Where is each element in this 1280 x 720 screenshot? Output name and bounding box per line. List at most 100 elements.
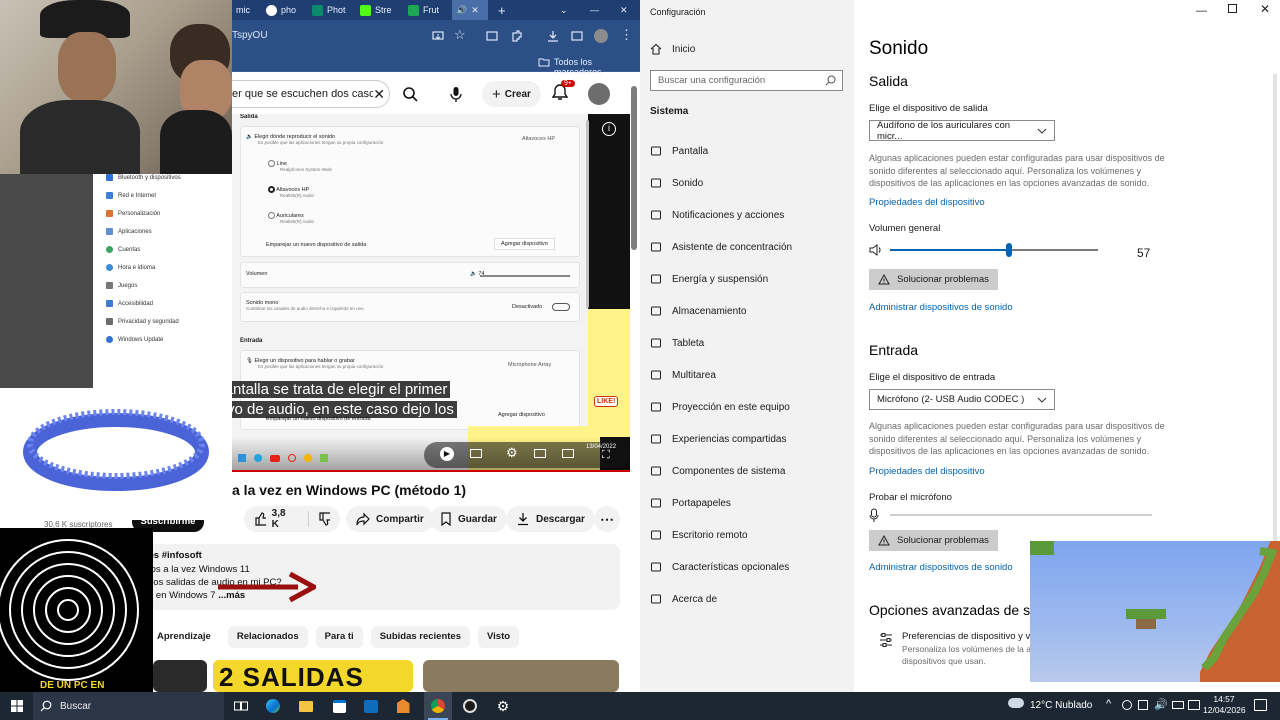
browser-tab[interactable]: Stre	[360, 0, 392, 20]
chevron-up-icon[interactable]: ^	[1106, 698, 1111, 710]
download-icon[interactable]	[546, 29, 560, 43]
volume-thumb[interactable]	[1005, 243, 1012, 257]
chip-visto[interactable]: Visto	[478, 626, 520, 648]
sidebar-item-clipboard[interactable]: Portapapeles	[650, 493, 731, 513]
url-text[interactable]: TspyOU	[232, 30, 268, 41]
input-device-dropdown[interactable]: Micrófono (2- USB Audio CODEC )	[869, 389, 1055, 410]
install-icon[interactable]	[432, 30, 444, 42]
theater-icon[interactable]	[562, 449, 574, 458]
notifications-button[interactable]: 9+	[552, 80, 575, 101]
download-button[interactable]: Descargar	[506, 506, 595, 532]
new-tab-button[interactable]: +	[498, 0, 506, 20]
battery-icon[interactable]	[1172, 701, 1184, 709]
avatar[interactable]	[588, 83, 610, 105]
volume-slider[interactable]	[890, 243, 1098, 257]
input-device-properties-link[interactable]: Propiedades del dispositivo	[869, 466, 985, 477]
sidebar-item-monitor[interactable]: Pantalla	[650, 141, 708, 161]
browser-tab[interactable]: Phot	[312, 0, 346, 20]
chrome-taskbar-active[interactable]	[424, 692, 452, 720]
weather-text[interactable]: 12°C Nublado	[1030, 700, 1092, 711]
chip-para-ti[interactable]: Para ti	[315, 626, 363, 648]
start-button[interactable]	[8, 697, 26, 715]
file-explorer-icon[interactable]	[297, 697, 315, 715]
extensions-icon[interactable]	[510, 29, 524, 43]
notifications-icon[interactable]	[1254, 699, 1267, 711]
troubleshoot-input-button[interactable]: Solucionar problemas	[869, 530, 998, 551]
obs-icon[interactable]	[461, 697, 479, 715]
browser-tab-active[interactable]: 🔊 ✕	[452, 0, 488, 20]
page-scrollbar[interactable]	[631, 86, 637, 250]
nav-home[interactable]: Inicio	[650, 39, 695, 59]
maximize-button[interactable]	[1228, 4, 1237, 13]
screenshot-icon[interactable]	[570, 29, 584, 43]
subtitles-icon[interactable]	[470, 449, 482, 458]
miniplayer-icon[interactable]	[534, 449, 546, 458]
edge-icon[interactable]	[264, 697, 282, 715]
browser-tab[interactable]: mic	[236, 0, 250, 20]
sidebar-item-share[interactable]: Experiencias compartidas	[650, 429, 787, 449]
clear-search-icon[interactable]: ✕	[373, 86, 389, 103]
clock[interactable]: 14:57 12/04/2026	[1203, 694, 1246, 716]
sidebar-item-message[interactable]: Notificaciones y acciones	[650, 205, 784, 225]
thumbs-down-icon[interactable]	[318, 512, 330, 526]
manage-input-devices-link[interactable]: Administrar dispositivos de sonido	[869, 562, 1013, 573]
sidebar-item-remote[interactable]: Escritorio remoto	[650, 525, 748, 545]
troubleshoot-output-button[interactable]: Solucionar problemas	[869, 269, 998, 290]
volume-icon[interactable]: 🔊	[1154, 698, 1168, 711]
browser-tab[interactable]: Frut	[408, 0, 439, 20]
progress-bar[interactable]	[232, 470, 630, 472]
task-view-icon[interactable]	[232, 697, 250, 715]
close-window-button[interactable]: ✕	[1260, 2, 1270, 16]
related-thumbnail[interactable]	[423, 660, 619, 692]
sidebar-item-tablet[interactable]: Tableta	[650, 333, 704, 353]
related-thumbnail[interactable]	[153, 660, 207, 692]
browser-tab[interactable]: pho	[266, 0, 296, 20]
store-icon[interactable]	[330, 697, 348, 715]
search-button[interactable]	[392, 80, 428, 108]
minimize-button[interactable]: —	[1196, 5, 1207, 17]
play-button[interactable]: ▶	[440, 447, 454, 461]
sidebar-item-speaker[interactable]: Sonido	[650, 173, 703, 193]
settings-scrollbar[interactable]	[1273, 74, 1277, 604]
app-volume-preferences-link[interactable]: Preferencias de dispositivo y vo	[902, 631, 1036, 642]
more-actions-button[interactable]: ⋯	[594, 506, 620, 532]
search-input[interactable]: er que se escuchen dos casc ✕	[230, 80, 390, 108]
sidebar-item-projector[interactable]: Proyección en este equipo	[650, 397, 790, 417]
sidebar-item-moon[interactable]: Asistente de concentración	[650, 237, 792, 257]
sidebar-item-multitask[interactable]: Multitarea	[650, 365, 716, 385]
voice-search-button[interactable]	[444, 82, 468, 106]
sidebar-item-storage[interactable]: Almacenamiento	[650, 301, 746, 321]
chip-relacionados[interactable]: Relacionados	[227, 626, 308, 648]
close-window-button[interactable]: ✕	[620, 0, 628, 20]
gear-icon[interactable]: ⚙	[506, 445, 518, 461]
app-icon[interactable]	[394, 697, 412, 715]
sidebar-item-features[interactable]: Características opcionales	[650, 557, 789, 577]
output-device-dropdown[interactable]: Audífono de los auriculares con micr...	[869, 120, 1055, 142]
menu-icon[interactable]: ⋮	[620, 27, 633, 43]
network-icon[interactable]	[1138, 700, 1148, 710]
close-icon[interactable]: ✕	[471, 5, 479, 16]
video-description[interactable]: os #infosoft tos a la vez Windows 11 dos…	[148, 544, 620, 610]
info-icon[interactable]: i	[602, 122, 616, 136]
chip-aprendizaje[interactable]: Aprendizaje	[148, 626, 220, 648]
share-button[interactable]: Compartir	[346, 506, 434, 532]
chip-subidas-recientes[interactable]: Subidas recientes	[370, 626, 470, 648]
related-thumbnail[interactable]: 2 SALIDAS	[213, 660, 413, 692]
output-device-properties-link[interactable]: Propiedades del dispositivo	[869, 197, 985, 208]
outlook-icon[interactable]	[362, 697, 380, 715]
gear-icon[interactable]: ⚙	[494, 697, 512, 715]
minimize-button[interactable]: —	[590, 0, 599, 20]
chevron-down-icon[interactable]: ⌄	[560, 0, 568, 20]
star-icon[interactable]: ☆	[454, 27, 466, 43]
sidebar-item-components[interactable]: Componentes de sistema	[650, 461, 785, 481]
taskbar-search[interactable]: Buscar	[33, 692, 224, 720]
settings-search-input[interactable]: Buscar una configuración	[650, 70, 843, 91]
app-tray-icon[interactable]	[1122, 700, 1132, 710]
tab-icon[interactable]	[486, 30, 498, 42]
like-button[interactable]: 3,8 K	[244, 506, 340, 532]
sidebar-item-info[interactable]: Acerca de	[650, 589, 717, 609]
monitor-icon[interactable]	[1188, 700, 1200, 710]
save-button[interactable]: Guardar	[430, 506, 507, 532]
manage-output-devices-link[interactable]: Administrar dispositivos de sonido	[869, 302, 1013, 313]
sidebar-item-power[interactable]: Energía y suspensión	[650, 269, 768, 289]
